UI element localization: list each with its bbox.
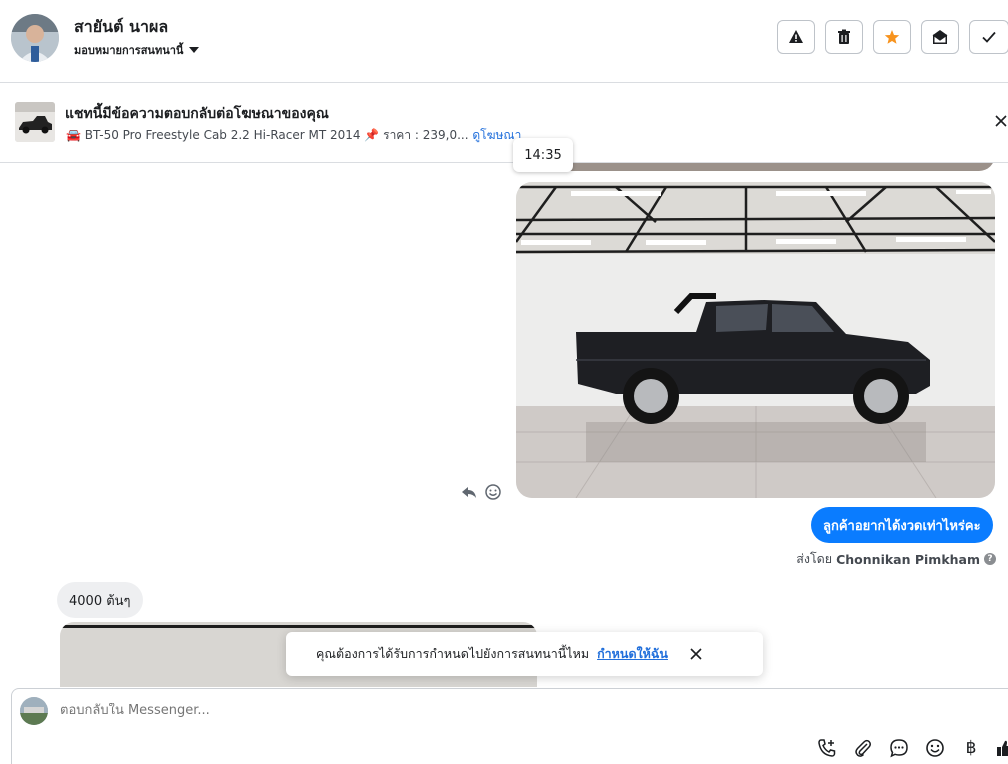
chat-bubble-icon [890, 739, 908, 758]
car-emoji: 🚘 [66, 128, 81, 142]
reply-button[interactable] [460, 483, 478, 501]
outgoing-message-bubble[interactable]: ลูกค้าอยากได้งวดเท่าไหร่คะ [811, 507, 993, 543]
warning-icon [789, 30, 803, 43]
reply-composer: ฿ [11, 688, 1008, 764]
mark-unread-button[interactable] [921, 20, 959, 54]
smiley-icon [485, 484, 501, 500]
sent-by-prefix: ส่งโดย [796, 551, 833, 566]
ad-banner-description: 🚘 BT-50 Pro Freestyle Cab 2.2 Hi-Racer M… [66, 126, 521, 145]
envelope-open-icon [932, 30, 948, 44]
assign-prompt-toast: คุณต้องการได้รับการกำหนดไปยังการสนทนานี้… [286, 632, 763, 676]
ad-thumbnail[interactable] [15, 102, 55, 142]
saved-replies-button[interactable] [888, 737, 910, 759]
ad-car-model: BT-50 Pro Freestyle Cab 2.2 Hi-Racer MT … [84, 128, 361, 142]
sent-by-label: ส่งโดย Chonnikan Pimkham ? [796, 549, 996, 569]
emoji-button[interactable] [924, 737, 946, 759]
done-button[interactable] [969, 20, 1008, 54]
contact-avatar[interactable] [11, 14, 59, 62]
ad-reply-banner: แชทนี้มีข้อความตอบกลับต่อโฆษณาของคุณ 🚘 B… [0, 83, 1008, 163]
outgoing-message-text: ลูกค้าอยากได้งวดเท่าไหร่คะ [823, 518, 981, 534]
star-icon [884, 30, 900, 44]
assign-prompt-text: คุณต้องการได้รับการกำหนดไปยังการสนทนานี้… [316, 646, 590, 661]
smiley-icon [926, 739, 944, 757]
close-banner-button[interactable] [994, 113, 1008, 131]
thumbs-up-icon [997, 740, 1008, 756]
request-payment-button[interactable]: ฿ [960, 737, 982, 759]
car-image-message[interactable] [516, 182, 995, 498]
reply-input[interactable] [60, 703, 660, 718]
contact-name: สายันต์ นาผล [74, 17, 169, 36]
ad-banner-title: แชทนี้มีข้อความตอบกลับต่อโฆษณาของคุณ [65, 106, 329, 122]
conversation-header: สายันต์ นาผล มอบหมายการสนทนานี้ [0, 0, 1008, 83]
paperclip-icon [855, 739, 871, 757]
ad-price: ราคา : 239,0... [383, 128, 469, 142]
trash-icon [838, 29, 850, 44]
favorite-button[interactable] [873, 20, 911, 54]
call-button[interactable] [816, 737, 838, 759]
dismiss-toast-button[interactable] [688, 646, 704, 662]
pin-emoji: 📌 [364, 128, 380, 142]
timestamp-tooltip: 14:35 [513, 138, 573, 172]
delete-button[interactable] [825, 20, 863, 54]
close-icon [995, 115, 1007, 127]
incoming-message-bubble[interactable]: 4000 ต้นๆ [57, 582, 143, 618]
reply-icon [462, 487, 476, 498]
attach-button[interactable] [852, 737, 874, 759]
assign-conversation-dropdown[interactable]: มอบหมายการสนทนานี้ [74, 41, 200, 59]
page-avatar [20, 697, 48, 725]
baht-icon: ฿ [965, 738, 977, 758]
previous-image-message[interactable] [517, 163, 995, 171]
like-button[interactable] [994, 737, 1008, 759]
sender-name: Chonnikan Pimkham [836, 551, 980, 567]
check-icon [982, 31, 996, 43]
react-button[interactable] [484, 483, 502, 501]
assign-to-me-link[interactable]: กำหนดให้ฉัน [597, 644, 668, 664]
report-button[interactable] [777, 20, 815, 54]
caret-down-icon [189, 47, 200, 53]
incoming-message-text: 4000 ต้นๆ [69, 593, 131, 609]
help-icon[interactable]: ? [984, 553, 996, 565]
close-icon [690, 648, 702, 660]
phone-plus-icon [818, 739, 836, 757]
assign-label: มอบหมายการสนทนานี้ [74, 44, 184, 57]
message-thread[interactable]: ลูกค้าอยากได้งวดเท่าไหร่คะ ส่งโดย Chonni… [0, 163, 1008, 687]
